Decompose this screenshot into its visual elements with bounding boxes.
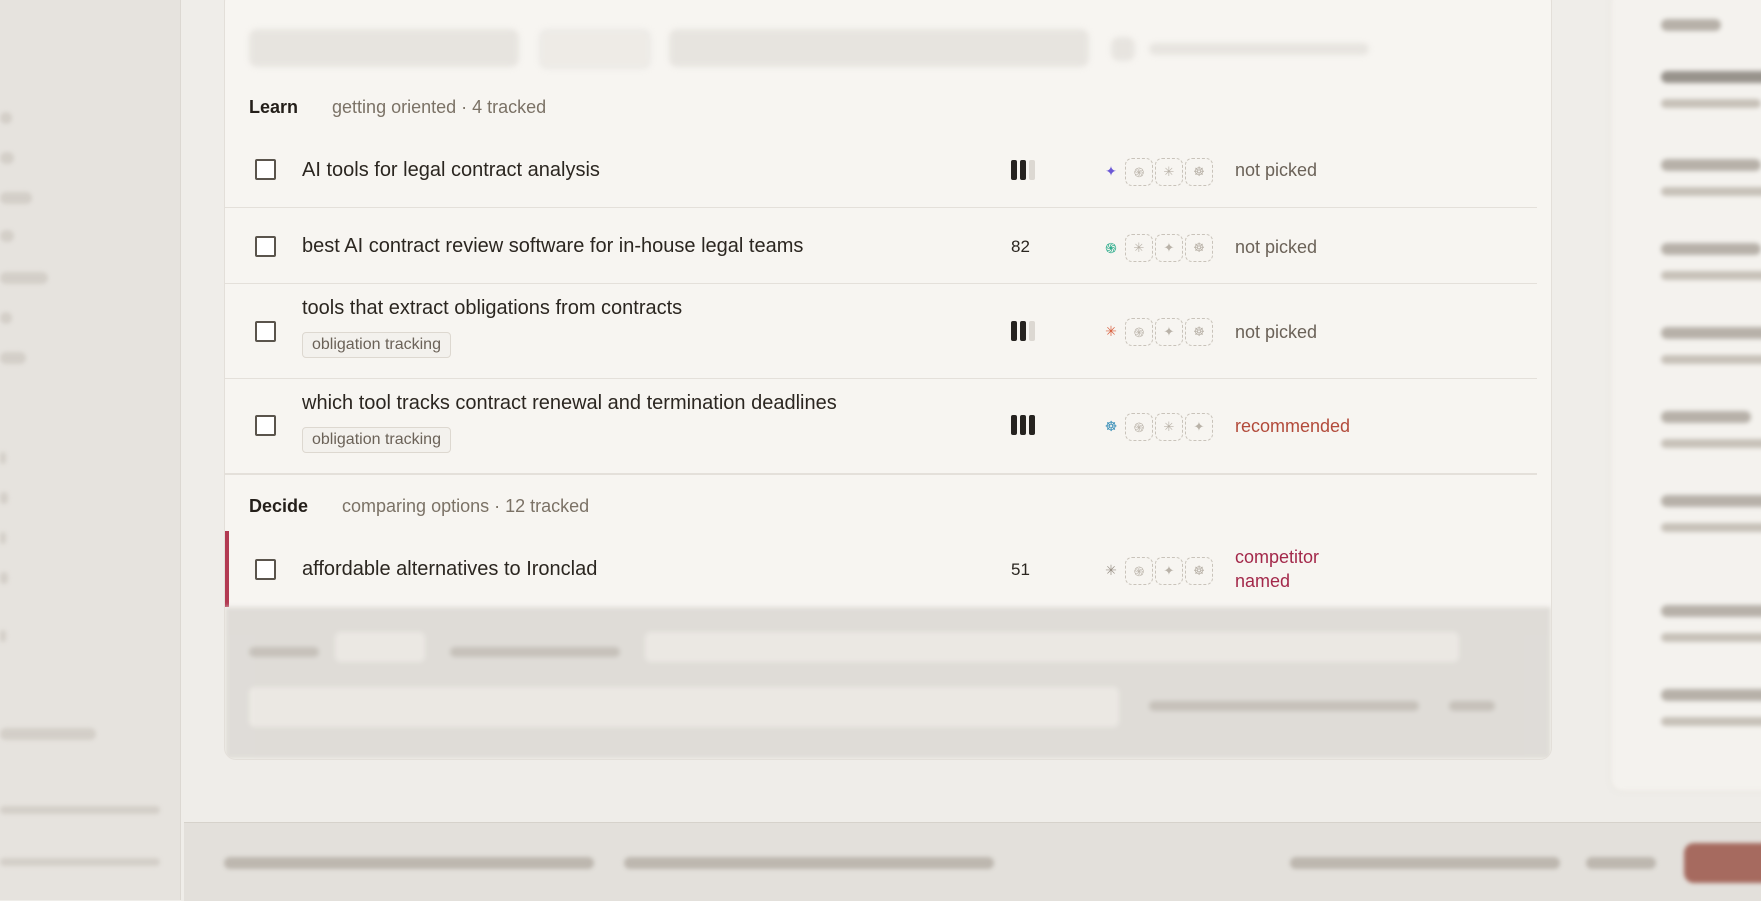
engine-icons: ☸ ֍ ✳ ✦: [1099, 413, 1213, 441]
run-button[interactable]: [1684, 843, 1761, 883]
credit-estimate: [1149, 701, 1419, 711]
track-button[interactable]: [1449, 701, 1495, 711]
row-checkbox[interactable]: [255, 236, 276, 257]
filter-button[interactable]: [539, 29, 651, 69]
footer-note: [624, 857, 994, 869]
chatgpt-icon: ֍: [1125, 158, 1153, 186]
guessed-hint: [450, 647, 620, 657]
perplexity-icon: ✳: [1105, 563, 1117, 579]
stage-select[interactable]: [335, 632, 425, 662]
copilot-icon: ☸: [1185, 158, 1213, 186]
footer-bar: [184, 822, 1761, 901]
prompt-list-card: Learn getting oriented · 4 tracked AI to…: [224, 0, 1552, 760]
competitor-accent-bar: [225, 531, 229, 607]
prompt-text: best AI contract review software for in-…: [302, 235, 804, 257]
score-value: 82: [1011, 237, 1030, 256]
claude-icon: ✳: [1105, 324, 1117, 340]
section-subtitle: comparing options · 12 tracked: [342, 496, 590, 516]
select-all-checkbox[interactable]: [1111, 37, 1135, 61]
chatgpt-icon: ֍: [1125, 318, 1153, 346]
row-checkbox[interactable]: [255, 559, 276, 580]
section-subtitle: getting oriented · 4 tracked: [332, 97, 547, 117]
prompt-text: AI tools for legal contract analysis: [302, 159, 600, 181]
status-text: recommended: [1235, 416, 1351, 436]
status-line: competitor: [1235, 547, 1320, 567]
claude-icon: ✳: [1155, 413, 1183, 441]
left-sidebar: [0, 0, 181, 900]
row-checkbox[interactable]: [255, 321, 276, 342]
status-line: named: [1235, 571, 1291, 591]
copilot-icon: ☸: [1104, 419, 1118, 435]
engine-icons: ✳ ֍ ✦ ☸: [1099, 318, 1213, 346]
search-input[interactable]: [249, 29, 519, 67]
right-panel: [1610, 0, 1761, 792]
frequency-bars: [1011, 160, 1035, 180]
status-text: competitor named: [1235, 545, 1319, 593]
gemini-icon: ✦: [1155, 318, 1183, 346]
section-header-learn: Learn getting oriented · 4 tracked: [249, 97, 546, 118]
claude-icon: ✳: [1155, 158, 1183, 186]
row-checkbox[interactable]: [255, 415, 276, 436]
engine-icons: ֍ ✳ ✦ ☸: [1099, 234, 1213, 262]
score-value: 51: [1011, 560, 1030, 579]
prompt-text: tools that extract obligations from cont…: [302, 297, 683, 319]
sort-segmented-control[interactable]: [669, 29, 1089, 67]
table-row[interactable]: best AI contract review software for in-…: [225, 208, 1537, 284]
copilot-icon: ☸: [1185, 234, 1213, 262]
gemini-icon: ✦: [1155, 557, 1183, 585]
footer-summary: [224, 857, 594, 869]
status-text: not picked: [1235, 160, 1318, 180]
chatgpt-icon: ֍: [1105, 240, 1117, 257]
table-row[interactable]: AI tools for legal contract analysis ✦ ֍…: [225, 133, 1537, 208]
topic-tag: obligation tracking: [302, 332, 451, 358]
add-prompt-input[interactable]: [249, 687, 1119, 727]
section-title: Decide: [249, 496, 309, 516]
gemini-icon: ✦: [1185, 413, 1213, 441]
gemini-icon: ✦: [1155, 234, 1183, 262]
claude-icon: ✳: [1125, 234, 1153, 262]
add-one-label: [249, 647, 319, 657]
gemini-icon: ✦: [1105, 164, 1117, 180]
engine-icons: ✦ ֍ ✳ ☸: [1099, 158, 1213, 186]
prompt-text: affordable alternatives to Ironclad: [302, 558, 598, 580]
topic-tag: obligation tracking: [302, 427, 451, 453]
section-title: Learn: [249, 97, 299, 117]
copilot-icon: ☸: [1185, 318, 1213, 346]
frequency-bars: [1011, 321, 1035, 341]
add-prompt-panel: [225, 607, 1551, 759]
table-row[interactable]: which tool tracks contract renewal and t…: [225, 379, 1537, 475]
section-header-decide: Decide comparing options · 12 tracked: [249, 496, 589, 517]
footer-scope: [1290, 857, 1560, 869]
chatgpt-icon: ֍: [1125, 557, 1153, 585]
chatgpt-icon: ֍: [1125, 413, 1153, 441]
copilot-icon: ☸: [1185, 557, 1213, 585]
table-row[interactable]: affordable alternatives to Ironclad 51 ✳…: [225, 531, 1537, 607]
prompt-text: which tool tracks contract renewal and t…: [302, 392, 837, 414]
engine-icons: ✳ ֍ ✦ ☸: [1099, 557, 1213, 585]
footer-credits: [1586, 857, 1656, 869]
table-row[interactable]: tools that extract obligations from cont…: [225, 284, 1537, 379]
frequency-bars: [1011, 415, 1035, 435]
filter-toolbar: [249, 29, 1399, 69]
row-checkbox[interactable]: [255, 159, 276, 180]
status-text: not picked: [1235, 322, 1318, 342]
bulk-actions-hint: [1149, 43, 1369, 55]
status-text: not picked: [1235, 237, 1318, 257]
region-select[interactable]: [645, 632, 1459, 662]
